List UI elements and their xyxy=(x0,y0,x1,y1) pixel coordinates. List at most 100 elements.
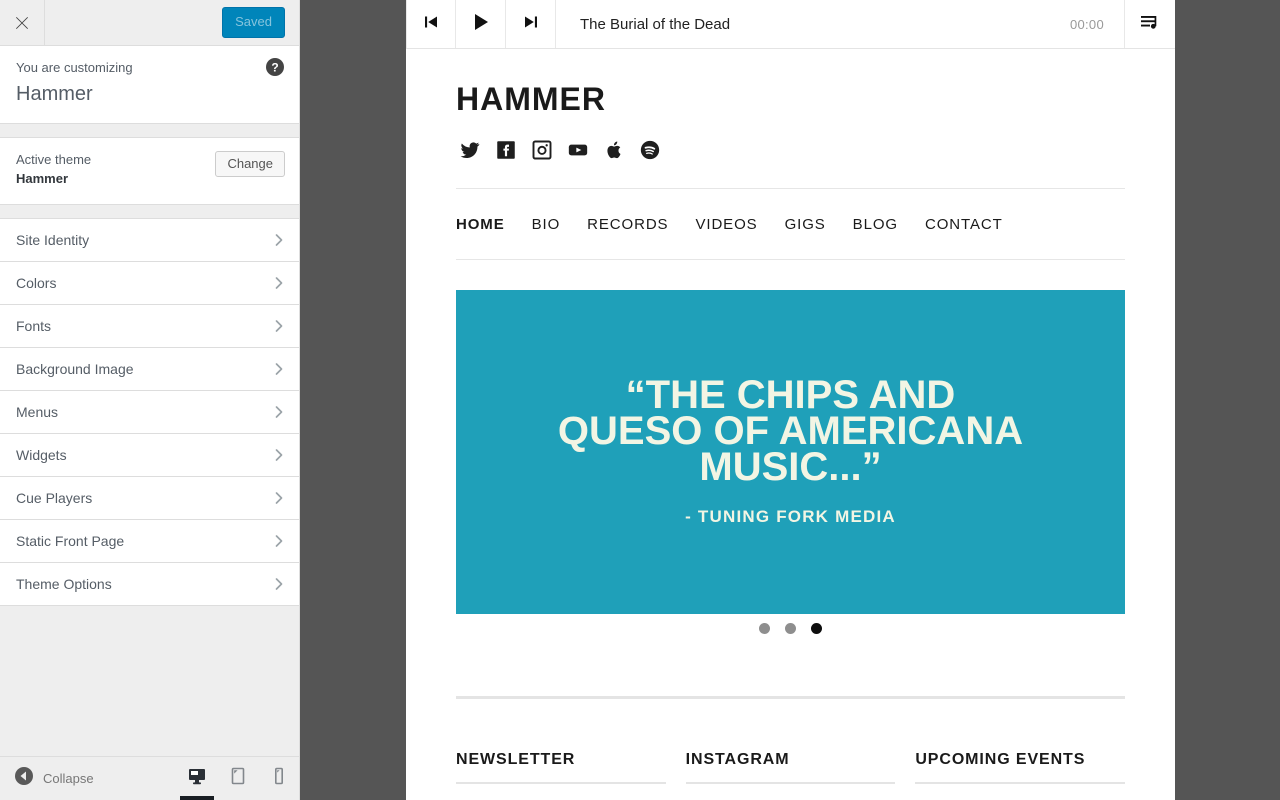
widget-newsletter: NEWSLETTER xyxy=(456,751,666,784)
hero-quote: “THE CHIPS AND QUESO OF AMERICANA MUSIC.… xyxy=(557,373,1024,489)
apple-icon[interactable] xyxy=(604,140,624,160)
sidebar-item-label: Menus xyxy=(16,403,59,420)
sidebar-item-label: Cue Players xyxy=(16,489,93,506)
customizer-footer: Collapse xyxy=(0,756,299,800)
track-title: The Burial of the Dead xyxy=(580,15,731,33)
sidebar-filler xyxy=(0,605,299,756)
facebook-icon[interactable] xyxy=(496,140,516,160)
primary-nav-wrapper: HOME BIO RECORDS VIDEOS GIGS BLOG CONTAC… xyxy=(456,188,1125,260)
sidebar-item-theme-options[interactable]: Theme Options xyxy=(0,562,299,606)
sidebar-item-static-front-page[interactable]: Static Front Page xyxy=(0,519,299,563)
skip-next-icon xyxy=(522,13,540,36)
slider-dot-3[interactable] xyxy=(811,623,822,634)
device-preview-group xyxy=(176,757,299,800)
save-button[interactable]: Saved xyxy=(222,6,285,39)
previous-track-button[interactable] xyxy=(406,0,456,48)
nav-item-videos[interactable]: VIDEOS xyxy=(695,216,757,233)
active-theme: Active theme Hammer Change xyxy=(0,138,299,204)
playlist-icon xyxy=(1139,11,1161,38)
chevron-right-icon xyxy=(272,577,286,591)
customizer-panel-list: Site Identity Colors Fonts Background Im… xyxy=(0,218,299,606)
sidebar-item-widgets[interactable]: Widgets xyxy=(0,433,299,477)
nav-item-gigs[interactable]: GIGS xyxy=(785,216,826,233)
sidebar-item-label: Widgets xyxy=(16,446,67,463)
chevron-right-icon xyxy=(272,405,286,419)
sidebar-item-menus[interactable]: Menus xyxy=(0,390,299,434)
chevron-right-icon xyxy=(272,276,286,290)
sidebar-item-fonts[interactable]: Fonts xyxy=(0,304,299,348)
desktop-icon xyxy=(187,766,207,791)
widget-title: NEWSLETTER xyxy=(456,751,666,784)
sidebar-item-label: Background Image xyxy=(16,360,134,377)
device-preview-tablet[interactable] xyxy=(217,757,258,800)
collapse-button[interactable]: Collapse xyxy=(0,757,176,800)
customizing-info: You are customizing Hammer ? xyxy=(0,46,299,123)
customizing-title: Hammer xyxy=(16,82,93,105)
device-preview-mobile[interactable] xyxy=(258,757,299,800)
section-gap-2 xyxy=(0,204,299,219)
section-gap xyxy=(0,123,299,138)
sidebar-item-label: Fonts xyxy=(16,317,52,334)
change-theme-button[interactable]: Change xyxy=(215,150,285,177)
sidebar-item-label: Site Identity xyxy=(16,231,90,248)
footer-widgets: NEWSLETTER INSTAGRAM UPCOMING EVENTS xyxy=(456,699,1126,784)
sidebar-item-label: Colors xyxy=(16,274,57,291)
widget-upcoming-events: UPCOMING EVENTS xyxy=(915,751,1126,784)
skip-previous-icon xyxy=(422,13,440,36)
playlist-toggle-button[interactable] xyxy=(1124,0,1175,48)
nav-item-home[interactable]: HOME xyxy=(456,216,505,233)
widget-instagram: INSTAGRAM xyxy=(685,751,896,784)
collapse-label: Collapse xyxy=(43,771,94,786)
social-links xyxy=(456,118,1125,160)
hero-attribution: - TUNING FORK MEDIA xyxy=(685,507,896,526)
tablet-icon xyxy=(228,766,248,791)
sidebar-item-site-identity[interactable]: Site Identity xyxy=(0,218,299,262)
spotify-icon[interactable] xyxy=(640,140,660,160)
play-button[interactable] xyxy=(456,0,506,48)
nav-item-contact[interactable]: CONTACT xyxy=(925,216,1003,233)
nav-item-bio[interactable]: BIO xyxy=(532,216,561,233)
help-circle-icon[interactable]: ? xyxy=(265,57,285,77)
primary-nav: HOME BIO RECORDS VIDEOS GIGS BLOG CONTAC… xyxy=(456,189,1125,259)
collapse-left-arrow-icon xyxy=(14,766,34,791)
sidebar-item-label: Static Front Page xyxy=(16,532,125,549)
next-track-button[interactable] xyxy=(506,0,556,48)
chevron-right-icon xyxy=(272,534,286,548)
svg-text:?: ? xyxy=(271,61,278,75)
active-theme-section: Active theme Hammer Change xyxy=(0,137,299,205)
slider-dot-1[interactable] xyxy=(759,623,770,634)
customizer-sidebar: Saved You are customizing Hammer ? Activ… xyxy=(0,0,300,800)
close-x-icon xyxy=(14,15,30,31)
chevron-right-icon xyxy=(272,233,286,247)
chevron-right-icon xyxy=(272,362,286,376)
chevron-right-icon xyxy=(272,319,286,333)
chevron-right-icon xyxy=(272,448,286,462)
audio-player-bar: The Burial of the Dead 00:00 xyxy=(406,0,1175,49)
instagram-icon[interactable] xyxy=(532,140,552,160)
chevron-right-icon xyxy=(272,491,286,505)
nav-item-blog[interactable]: BLOG xyxy=(853,216,898,233)
sidebar-item-colors[interactable]: Colors xyxy=(0,261,299,305)
customizing-info-section: You are customizing Hammer ? xyxy=(0,46,299,124)
site-title: HAMMER xyxy=(456,81,606,117)
close-customizer-button[interactable] xyxy=(0,0,45,45)
customizing-label: You are customizing xyxy=(16,60,133,75)
device-preview-desktop[interactable] xyxy=(176,757,217,800)
youtube-icon[interactable] xyxy=(568,140,588,160)
twitter-icon[interactable] xyxy=(460,140,480,160)
hero-slider-dots xyxy=(456,614,1125,634)
site-preview-frame: The Burial of the Dead 00:00 HAMMER HOME… xyxy=(406,0,1175,800)
slider-dot-2[interactable] xyxy=(785,623,796,634)
customizer-screen: Saved You are customizing Hammer ? Activ… xyxy=(0,0,1280,800)
hero-slider-slide: “THE CHIPS AND QUESO OF AMERICANA MUSIC.… xyxy=(456,290,1125,614)
play-icon xyxy=(470,11,492,38)
sidebar-item-cue-players[interactable]: Cue Players xyxy=(0,476,299,520)
widget-title: INSTAGRAM xyxy=(685,751,896,784)
nav-item-records[interactable]: RECORDS xyxy=(587,216,668,233)
widget-title: UPCOMING EVENTS xyxy=(915,751,1126,784)
sidebar-item-background-image[interactable]: Background Image xyxy=(0,347,299,391)
sidebar-item-label: Theme Options xyxy=(16,575,112,592)
customizer-topbar: Saved xyxy=(0,0,299,46)
track-time: 00:00 xyxy=(1069,16,1104,32)
mobile-icon xyxy=(269,766,289,791)
